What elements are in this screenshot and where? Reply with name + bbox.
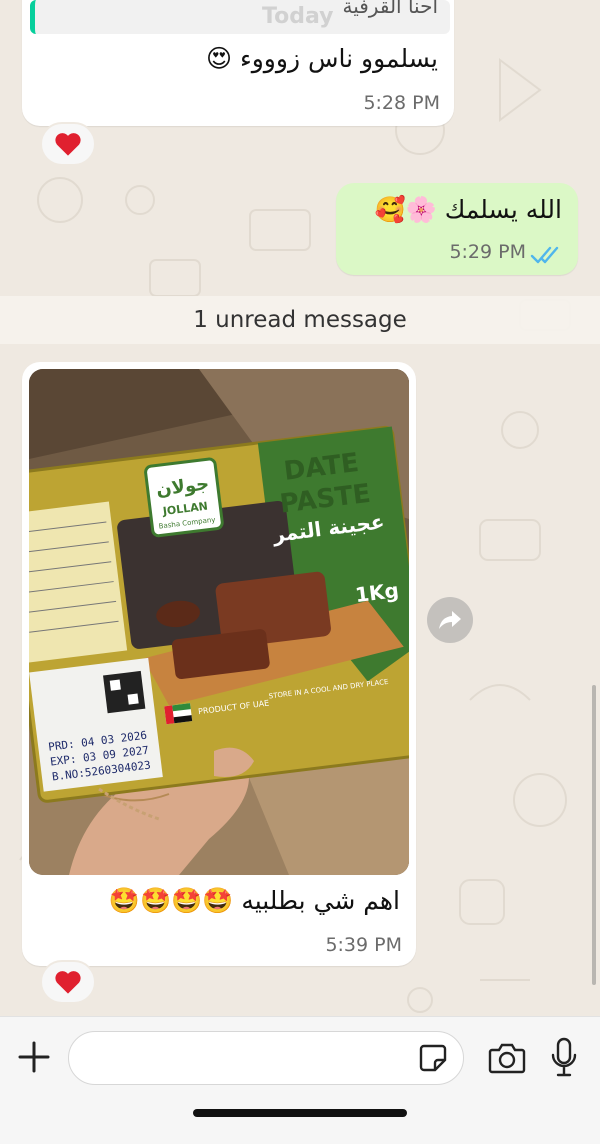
home-indicator — [193, 1109, 407, 1117]
date-overlay-today: Today — [262, 4, 334, 29]
message-time: 5:29 PM — [449, 241, 526, 263]
quoted-message-text: احنا القرفية — [342, 0, 438, 18]
message-text: اهم شي بطلبيه 🤩🤩🤩🤩 — [108, 886, 400, 915]
forward-button[interactable] — [427, 597, 473, 643]
sticker-icon[interactable] — [418, 1043, 448, 1073]
unread-divider: 1 unread message — [0, 296, 600, 344]
camera-icon[interactable] — [488, 1041, 526, 1075]
message-input[interactable] — [68, 1031, 464, 1085]
forward-arrow-icon — [439, 611, 461, 629]
message-composer — [0, 1016, 600, 1144]
plus-icon[interactable] — [16, 1039, 52, 1075]
incoming-message-bubble[interactable]: احنا القرفية Today يسلموو ناس زوووء 😍 5:… — [22, 0, 454, 126]
heart-icon — [55, 133, 81, 156]
message-text: الله يسلمك 🌸🥰 — [374, 195, 562, 224]
message-time: 5:28 PM — [363, 92, 440, 114]
date-paste-package-photo: جولان JOLLAN Basha Company DATE PASTE عج… — [29, 369, 409, 875]
unread-divider-text: 1 unread message — [193, 307, 407, 333]
heart-icon — [55, 971, 81, 994]
outgoing-message-bubble[interactable]: الله يسلمك 🌸🥰 5:29 PM — [336, 183, 578, 275]
quoted-message[interactable]: احنا القرفية — [30, 0, 450, 34]
message-text: يسلموو ناس زوووء 😍 — [205, 44, 438, 73]
microphone-icon[interactable] — [550, 1037, 578, 1079]
message-photo[interactable]: جولان JOLLAN Basha Company DATE PASTE عج… — [29, 369, 409, 875]
message-time: 5:39 PM — [325, 934, 402, 956]
read-receipt-icon — [530, 246, 559, 264]
heart-reaction[interactable] — [40, 122, 96, 166]
incoming-image-message-bubble[interactable]: جولان JOLLAN Basha Company DATE PASTE عج… — [22, 362, 416, 966]
scroll-indicator[interactable] — [592, 685, 596, 985]
heart-reaction[interactable] — [40, 960, 96, 1004]
